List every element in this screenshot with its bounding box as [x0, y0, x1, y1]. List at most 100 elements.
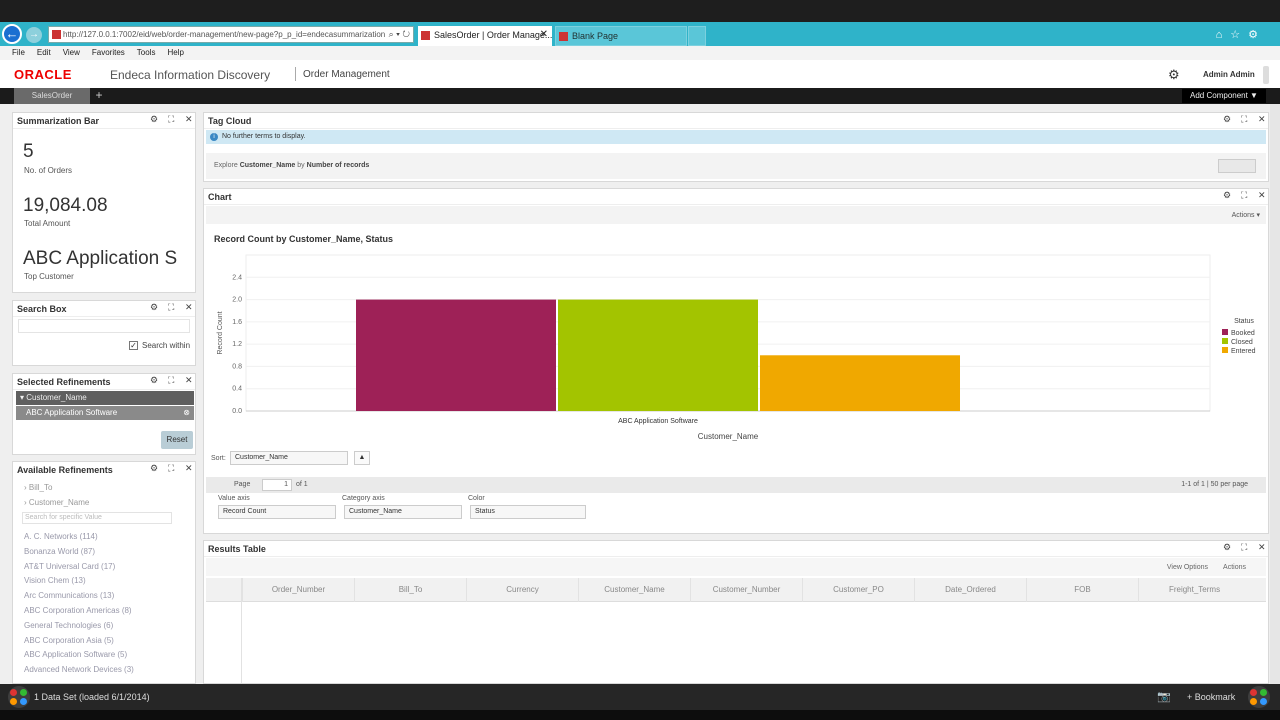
tab-favicon-icon: [421, 31, 430, 40]
value-axis-select[interactable]: Record Count: [218, 505, 336, 519]
maximize-icon[interactable]: ⛶: [1241, 542, 1247, 553]
column-header[interactable]: Customer_PO: [802, 578, 914, 602]
reset-button[interactable]: Reset: [161, 431, 193, 449]
add-component-button[interactable]: Add Component ▼: [1182, 89, 1266, 103]
row-select-column[interactable]: [206, 578, 242, 683]
y-tick-label: 0.0: [232, 408, 242, 415]
refinement-value[interactable]: ABC Application Software ⊗: [16, 406, 194, 420]
menu-file[interactable]: File: [12, 46, 25, 60]
category-axis-select[interactable]: Customer_Name: [344, 505, 462, 519]
maximize-icon[interactable]: ⛶: [1241, 190, 1247, 201]
forward-button[interactable]: →: [26, 27, 42, 43]
close-icon[interactable]: ✕: [185, 114, 193, 125]
gear-icon[interactable]: ⚙: [1223, 190, 1231, 201]
search-input[interactable]: [18, 319, 190, 333]
list-item[interactable]: Vision Chem (13): [24, 574, 134, 589]
gear-icon[interactable]: ⚙: [150, 375, 158, 386]
close-icon[interactable]: ✕: [185, 302, 193, 313]
refinement-attribute[interactable]: ▾ Customer_Name: [16, 391, 194, 405]
list-item[interactable]: A. C. Networks (114): [24, 530, 134, 545]
column-header[interactable]: Customer_Number: [690, 578, 802, 602]
close-icon[interactable]: ✕: [1258, 542, 1266, 553]
page-number-input[interactable]: 1: [262, 479, 292, 491]
gear-icon[interactable]: ⚙: [150, 114, 158, 125]
maximize-icon[interactable]: ⛶: [1241, 114, 1247, 125]
metric-value[interactable]: ABC Application S: [23, 248, 193, 270]
close-icon[interactable]: ✕: [1258, 190, 1266, 201]
camera-icon[interactable]: 📷: [1157, 690, 1171, 703]
column-header[interactable]: Order_Number: [242, 578, 354, 602]
column-header[interactable]: Freight_Terms: [1138, 578, 1250, 602]
close-icon[interactable]: ✕: [185, 463, 193, 474]
maximize-icon[interactable]: ⛶: [168, 375, 174, 386]
metric-label: No. of Orders: [24, 166, 73, 175]
search-refresh-icon[interactable]: ⌕ ▾ ↻: [389, 27, 410, 42]
oracle-logo: ORACLE: [14, 67, 72, 82]
menu-help[interactable]: Help: [167, 46, 183, 60]
menu-favorites[interactable]: Favorites: [92, 46, 125, 60]
dataset-icon[interactable]: [8, 686, 30, 708]
browser-tab-salesorder[interactable]: SalesOrder | Order Manage... ✕: [418, 26, 552, 46]
browser-home-star-gear-icons[interactable]: ⌂☆⚙: [1216, 28, 1266, 41]
tag-cloud-portlet: Tag Cloud ⚙ ⛶ ✕ i No further terms to di…: [203, 112, 1269, 182]
user-menu[interactable]: Admin Admin: [1203, 70, 1255, 79]
menu-view[interactable]: View: [63, 46, 80, 60]
list-item[interactable]: ABC Application Software (5): [24, 648, 134, 663]
close-icon[interactable]: ✕: [1258, 114, 1266, 125]
search-within-checkbox[interactable]: ✓: [129, 341, 138, 350]
tab-close-icon[interactable]: ✕: [540, 26, 548, 44]
list-item[interactable]: Advanced Network Devices (3): [24, 663, 134, 678]
gear-icon[interactable]: ⚙: [150, 463, 158, 474]
list-item[interactable]: General Technologies (6): [24, 619, 134, 634]
sort-select[interactable]: Customer_Name: [230, 451, 348, 465]
metric-value[interactable]: 19,084.08: [23, 195, 108, 217]
sort-direction-button[interactable]: ▲: [354, 451, 370, 465]
results-actions-menu[interactable]: Actions: [1223, 564, 1246, 571]
view-options-menu[interactable]: View Options: [1167, 564, 1208, 571]
chart-actions-menu[interactable]: Actions ▾: [1232, 211, 1260, 219]
apps-icon[interactable]: [1248, 686, 1270, 708]
menu-edit[interactable]: Edit: [37, 46, 51, 60]
column-header[interactable]: Date_Ordered: [914, 578, 1026, 602]
column-header[interactable]: Bill_To: [354, 578, 466, 602]
list-item[interactable]: ABC Corporation Asia (5): [24, 634, 134, 649]
maximize-icon[interactable]: ⛶: [168, 114, 174, 125]
header-scrollbar[interactable]: [1263, 66, 1269, 84]
column-header[interactable]: Currency: [466, 578, 578, 602]
value-axis-label: Value axis: [218, 495, 250, 502]
menu-tools[interactable]: Tools: [137, 46, 156, 60]
address-bar[interactable]: http://127.0.0.1:7002/eid/web/order-mana…: [48, 26, 414, 43]
page-scrollbar[interactable]: [1270, 104, 1280, 684]
cloud-view-toggle[interactable]: [1218, 159, 1256, 173]
explore-metric-select[interactable]: Number of records: [307, 162, 370, 169]
list-item[interactable]: ABC Corporation Americas (8): [24, 604, 134, 619]
list-item[interactable]: AT&T Universal Card (17): [24, 560, 134, 575]
column-header[interactable]: Customer_Name: [578, 578, 690, 602]
value-search-input[interactable]: Search for specific Value: [22, 512, 172, 524]
gear-icon[interactable]: ⚙: [150, 302, 158, 313]
new-tab-button[interactable]: [688, 26, 706, 46]
explore-attribute-select[interactable]: Customer_Name: [240, 162, 296, 169]
list-item[interactable]: Bonanza World (87): [24, 545, 134, 560]
color-select[interactable]: Status: [470, 505, 586, 519]
settings-gear-icon[interactable]: ⚙: [1168, 67, 1180, 83]
add-page-plus-icon[interactable]: +: [92, 88, 106, 104]
summarization-bar-portlet: Summarization Bar ⚙ ⛶ ✕ 5 No. of Orders …: [12, 112, 196, 293]
browser-tab-blank[interactable]: Blank Page: [555, 26, 687, 46]
remove-refinement-icon[interactable]: ⊗: [183, 406, 190, 420]
back-button[interactable]: ←: [2, 24, 22, 44]
close-icon[interactable]: ✕: [185, 375, 193, 386]
refinement-group-bill-to[interactable]: › Bill_To: [24, 480, 89, 495]
maximize-icon[interactable]: ⛶: [168, 463, 174, 474]
metric-value[interactable]: 5: [23, 141, 34, 163]
maximize-icon[interactable]: ⛶: [168, 302, 174, 313]
gear-icon[interactable]: ⚙: [1223, 542, 1231, 553]
bookmark-button[interactable]: + Bookmark: [1187, 692, 1235, 702]
refinement-group-customer-name[interactable]: › Customer_Name: [24, 495, 89, 510]
page-tab-salesorder[interactable]: SalesOrder: [14, 88, 90, 104]
gear-icon[interactable]: ⚙: [1223, 114, 1231, 125]
page-favicon-icon: [52, 30, 61, 39]
search-within-label: Search within: [142, 341, 191, 350]
column-header[interactable]: FOB: [1026, 578, 1138, 602]
list-item[interactable]: Arc Communications (13): [24, 589, 134, 604]
